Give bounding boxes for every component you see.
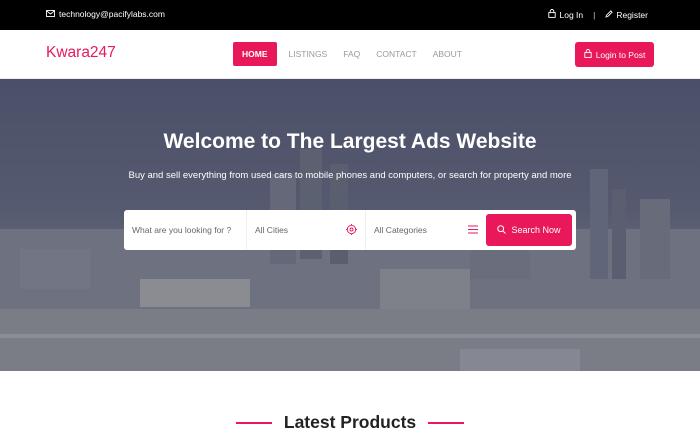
- register-label: Register: [616, 9, 648, 20]
- hero-title: Welcome to The Largest Ads Website: [163, 130, 537, 153]
- heading-divider-right: [428, 421, 465, 424]
- nav-about[interactable]: ABOUT: [425, 42, 470, 66]
- hero-subtitle: Buy and sell everything from used cars t…: [128, 170, 572, 181]
- menu-icon: [468, 225, 478, 236]
- city-select-value: All Cities: [255, 225, 289, 235]
- top-separator: |: [593, 9, 596, 20]
- lock-icon: [584, 49, 592, 60]
- search-placeholder: What are you looking for ?: [132, 225, 232, 235]
- category-select-value: All Categories: [374, 225, 427, 235]
- login-to-post-label: Login to Post: [595, 49, 646, 60]
- register-link[interactable]: Register: [605, 10, 648, 20]
- email-text: technology@pacifylabs.com: [59, 9, 165, 19]
- city-select[interactable]: All Cities: [247, 210, 366, 250]
- login-label: Log In: [559, 9, 584, 20]
- search-input[interactable]: What are you looking for ?: [124, 210, 247, 250]
- search-now-button[interactable]: Search Now: [486, 214, 572, 246]
- nav-faq[interactable]: FAQ: [335, 42, 368, 66]
- main-navbar: Kwara247 HOME LISTINGS FAQ CONTACT ABOUT…: [0, 30, 700, 79]
- heading-divider-left: [235, 421, 272, 424]
- mail-icon: [46, 9, 55, 19]
- pencil-icon: [605, 9, 614, 20]
- top-bar: technology@pacifylabs.com Log In | Regis…: [0, 0, 700, 30]
- section-title: Latest Products: [283, 412, 417, 432]
- nav-contact[interactable]: CONTACT: [368, 42, 424, 66]
- search-icon: [497, 224, 507, 236]
- contact-email[interactable]: technology@pacifylabs.com: [46, 9, 165, 19]
- location-pin-icon: [346, 223, 357, 237]
- hero-banner: Welcome to The Largest Ads Website Buy a…: [0, 79, 700, 371]
- nav-listings[interactable]: LISTINGS: [281, 42, 336, 66]
- main-nav: HOME LISTINGS FAQ CONTACT ABOUT: [233, 42, 470, 66]
- category-select[interactable]: All Categories: [366, 210, 486, 250]
- search-bar: What are you looking for ? All Cities Al…: [124, 210, 576, 250]
- login-to-post-button[interactable]: Login to Post: [575, 42, 654, 67]
- nav-home[interactable]: HOME: [233, 42, 277, 66]
- site-logo[interactable]: Kwara247: [46, 44, 116, 62]
- login-link[interactable]: Log In: [548, 9, 583, 20]
- latest-products-heading: Latest Products: [0, 412, 700, 433]
- lock-icon: [548, 9, 557, 20]
- search-now-label: Search Now: [511, 225, 561, 235]
